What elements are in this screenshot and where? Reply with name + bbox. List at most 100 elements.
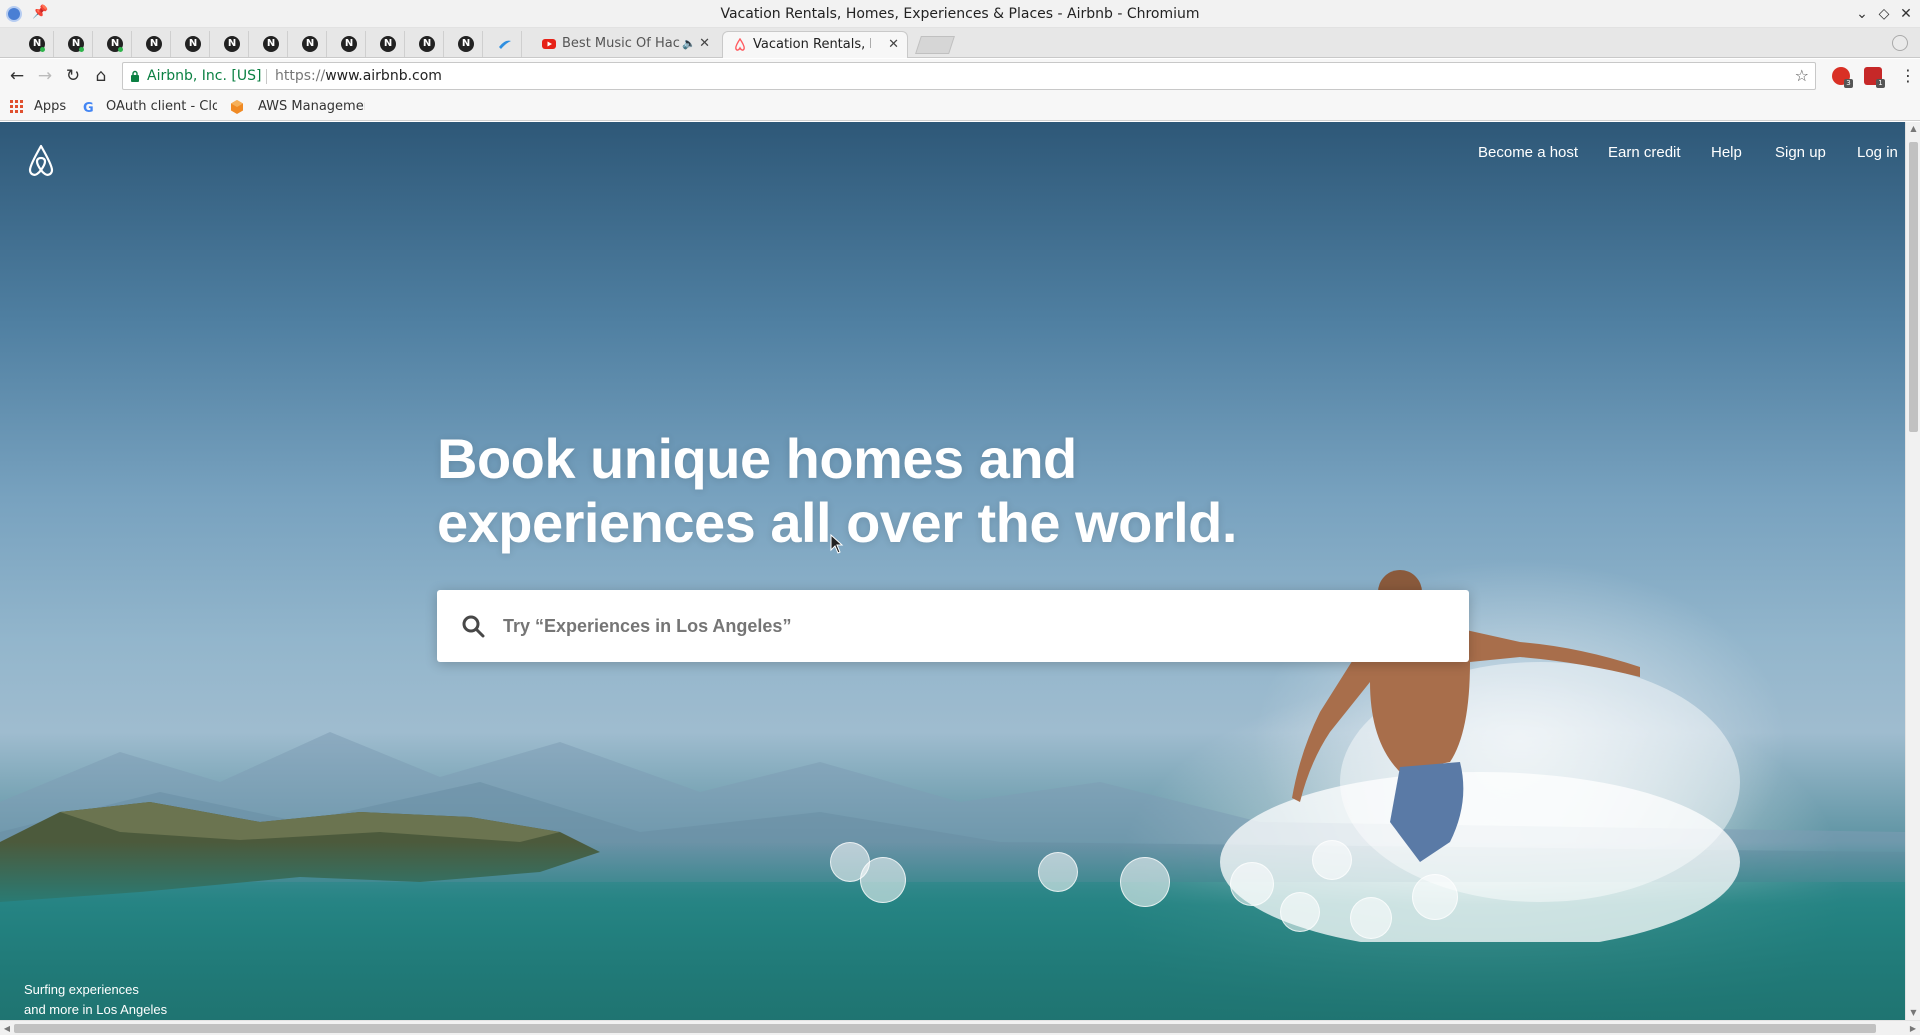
- url-host: www.airbnb.com: [325, 68, 442, 84]
- notion-icon: N: [380, 36, 396, 52]
- svg-text:G: G: [83, 101, 94, 114]
- bookmark-label: OAuth client - Clo: [106, 99, 217, 114]
- pinned-tab[interactable]: N: [254, 31, 288, 57]
- pinned-tab[interactable]: N: [293, 31, 327, 57]
- aws-cube-icon: [231, 100, 243, 114]
- nav-become-host[interactable]: Become a host: [1478, 142, 1578, 164]
- pinned-tab[interactable]: N: [98, 31, 132, 57]
- notion-icon: N: [302, 36, 318, 52]
- bookmark-oauth[interactable]: G OAuth client - Clo: [82, 93, 217, 121]
- hero-caption[interactable]: Surfing experiences and more in Los Ange…: [24, 980, 284, 1020]
- search-bar[interactable]: [437, 590, 1469, 662]
- horizontal-scroll-thumb[interactable]: [14, 1024, 1876, 1033]
- minimize-icon[interactable]: ⌄: [1852, 4, 1872, 24]
- url-text[interactable]: https://www.airbnb.com: [275, 63, 442, 89]
- new-tab-button[interactable]: [915, 36, 955, 54]
- bookmark-aws[interactable]: AWS Managemen: [230, 93, 365, 121]
- page-viewport: Become a host Earn credit Help Sign up L…: [0, 122, 1905, 1020]
- notion-icon: N: [185, 36, 201, 52]
- airbnb-icon: [735, 38, 745, 51]
- youtube-icon: [542, 39, 556, 49]
- notion-icon: N: [146, 36, 162, 52]
- google-icon: G: [83, 101, 94, 114]
- bokeh-light: [1230, 862, 1274, 906]
- reload-icon[interactable]: ↻: [62, 65, 84, 87]
- tab-label: Vacation Rentals, Hom: [753, 37, 871, 52]
- tab-strip: N N N N N N N N N N N N Best Music Of Ha…: [0, 28, 1920, 58]
- notion-icon: N: [458, 36, 474, 52]
- pinned-tab[interactable]: N: [59, 31, 93, 57]
- home-icon[interactable]: ⌂: [90, 65, 112, 87]
- pinned-tab[interactable]: N: [137, 31, 171, 57]
- apps-grid-icon: [10, 100, 23, 113]
- forward-icon[interactable]: →: [34, 65, 56, 87]
- activity-dot: [79, 47, 84, 52]
- scroll-left-icon[interactable]: ◀: [0, 1021, 14, 1036]
- notion-icon: N: [263, 36, 279, 52]
- bokeh-light: [1312, 840, 1352, 880]
- pinned-tab[interactable]: N: [176, 31, 210, 57]
- pinned-tab-app[interactable]: [488, 31, 522, 57]
- bookmark-star-icon[interactable]: ☆: [1795, 63, 1809, 89]
- maximize-icon[interactable]: ◇: [1874, 4, 1894, 24]
- back-icon[interactable]: ←: [6, 65, 28, 87]
- lock-icon: [131, 70, 139, 82]
- browser-toolbar: ← → ↻ ⌂ Airbnb, Inc. [US] https://www.ai…: [0, 59, 1920, 93]
- pinned-tab[interactable]: N: [410, 31, 444, 57]
- bokeh-light: [860, 857, 906, 903]
- hero-headline-line2: experiences all over the world.: [437, 491, 1237, 554]
- address-bar[interactable]: Airbnb, Inc. [US] https://www.airbnb.com…: [122, 62, 1816, 90]
- close-tab-icon[interactable]: ✕: [699, 31, 710, 57]
- extension-badge: 1: [1876, 79, 1885, 88]
- bokeh-light: [1350, 897, 1392, 939]
- tab-airbnb[interactable]: Vacation Rentals, Hom ✕: [722, 31, 908, 58]
- url-scheme: https://: [275, 68, 326, 84]
- scroll-down-icon[interactable]: ▼: [1906, 1006, 1920, 1020]
- secure-site-label[interactable]: Airbnb, Inc. [US]: [147, 63, 261, 89]
- vertical-scrollbar[interactable]: ▲ ▼: [1905, 122, 1920, 1020]
- close-window-icon[interactable]: ✕: [1896, 4, 1916, 24]
- speaker-icon[interactable]: 🔈: [682, 31, 696, 57]
- activity-dot: [40, 47, 45, 52]
- horizontal-scrollbar[interactable]: ◀ ▶: [0, 1020, 1920, 1035]
- pinned-tab[interactable]: N: [371, 31, 405, 57]
- scroll-right-icon[interactable]: ▶: [1906, 1021, 1920, 1036]
- omnibox-divider: [266, 69, 267, 84]
- profile-icon[interactable]: [1892, 35, 1908, 51]
- top-navigation: Become a host Earn credit Help Sign up L…: [1470, 142, 1898, 164]
- caption-line1: Surfing experiences: [24, 982, 139, 997]
- pinned-tab[interactable]: N: [332, 31, 366, 57]
- scroll-up-icon[interactable]: ▲: [1906, 122, 1920, 136]
- search-icon: [462, 615, 485, 638]
- bokeh-light: [1038, 852, 1078, 892]
- tab-youtube[interactable]: Best Music Of Hack 🔈 ✕: [532, 31, 718, 58]
- vertical-scroll-thumb[interactable]: [1909, 142, 1918, 432]
- pinned-tab[interactable]: N: [20, 31, 54, 57]
- tab-label: Best Music Of Hack: [562, 36, 680, 51]
- bokeh-light: [1280, 892, 1320, 932]
- notion-icon: N: [341, 36, 357, 52]
- airbnb-logo-icon[interactable]: [25, 144, 57, 178]
- window-title: Vacation Rentals, Homes, Experiences & P…: [720, 6, 1200, 22]
- window-titlebar: 📌 Vacation Rentals, Homes, Experiences &…: [0, 0, 1920, 28]
- extension-badge: 3: [1844, 79, 1853, 88]
- extension-icon[interactable]: 3: [1832, 67, 1853, 88]
- pinned-tab[interactable]: N: [215, 31, 249, 57]
- nav-earn-credit[interactable]: Earn credit: [1608, 142, 1681, 164]
- pinned-tab[interactable]: N: [449, 31, 483, 57]
- bookmark-apps[interactable]: Apps: [10, 93, 70, 121]
- search-input[interactable]: [501, 604, 1441, 648]
- bokeh-light: [1412, 874, 1458, 920]
- app-swoosh-icon: [499, 40, 511, 49]
- close-tab-icon[interactable]: ✕: [888, 32, 899, 58]
- nav-log-in[interactable]: Log in: [1857, 142, 1898, 164]
- notion-icon: N: [419, 36, 435, 52]
- menu-kebab-icon[interactable]: ⋮: [1900, 64, 1916, 88]
- notion-icon: N: [224, 36, 240, 52]
- extension-icon[interactable]: 1: [1864, 67, 1885, 88]
- hero-headline: Book unique homes and experiences all ov…: [437, 427, 1337, 555]
- bookmarks-bar: Apps G OAuth client - Clo AWS Managemen: [0, 93, 1920, 121]
- nav-help[interactable]: Help: [1711, 142, 1742, 164]
- nav-sign-up[interactable]: Sign up: [1775, 142, 1826, 164]
- mouse-cursor-icon: [830, 534, 844, 554]
